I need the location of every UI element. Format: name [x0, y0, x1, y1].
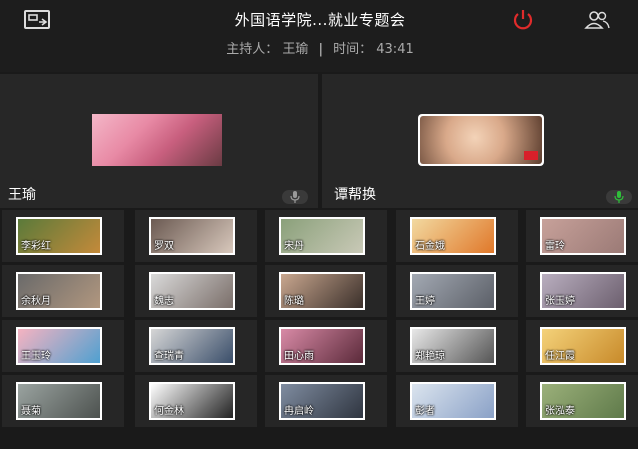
- participant-name: 王玉玲: [21, 351, 51, 362]
- header-bar: 外国语学院...就业专题会 主持人： 王瑜 | 时间： 43:41: [0, 0, 638, 72]
- participant-thumbnail: 王玉玲: [16, 327, 102, 365]
- participant-tile[interactable]: 王玉玲: [2, 320, 124, 372]
- participant-tile[interactable]: 冉启岭: [265, 375, 387, 427]
- participant-thumbnail: 查瑞青: [149, 327, 235, 365]
- participant-name: 李彩红: [21, 241, 51, 252]
- participant-tile[interactable]: 郑艳琼: [396, 320, 518, 372]
- participant-name: 罗双: [154, 241, 174, 252]
- participant-thumbnail: 陈璐: [279, 272, 365, 310]
- participant-thumbnail: 王婷: [410, 272, 496, 310]
- participant-tile[interactable]: 任江霞: [526, 320, 638, 372]
- participant-name: 任江霞: [545, 351, 575, 362]
- participant-name: 王婷: [415, 296, 435, 307]
- video-panel-speaker[interactable]: 谭帮换: [322, 74, 638, 208]
- participant-tile[interactable]: 张玉婷: [526, 265, 638, 317]
- video-panel-host[interactable]: 王瑜: [0, 74, 318, 208]
- host-label: 主持人：: [226, 42, 279, 57]
- time-value: 43:41: [376, 42, 414, 57]
- mic-icon[interactable]: [606, 190, 632, 204]
- participant-thumbnail: 张玉婷: [540, 272, 626, 310]
- mic-icon[interactable]: [282, 190, 308, 204]
- participant-thumbnail: 宋丹: [279, 217, 365, 255]
- participant-name: 何金林: [154, 406, 184, 417]
- participant-thumbnail: 魏志: [149, 272, 235, 310]
- participant-thumbnail: 冉启岭: [279, 382, 365, 420]
- speaker-video-thumbnail: [418, 114, 544, 166]
- participant-tile[interactable]: 雷玲: [526, 210, 638, 262]
- participant-tile[interactable]: 查瑞青: [135, 320, 257, 372]
- participant-tile[interactable]: 王婷: [396, 265, 518, 317]
- host-name: 王瑜: [282, 42, 309, 57]
- participant-name: 雷玲: [545, 241, 565, 252]
- participant-thumbnail: 任江霞: [540, 327, 626, 365]
- participant-name: 魏志: [154, 296, 174, 307]
- participant-tile[interactable]: 陈璐: [265, 265, 387, 317]
- flag-icon: [524, 151, 538, 160]
- participant-name: 聂菊: [21, 406, 41, 417]
- time-label: 时间：: [333, 42, 373, 57]
- participant-tile[interactable]: 李彩红: [2, 210, 124, 262]
- participant-tile[interactable]: 魏志: [135, 265, 257, 317]
- participant-thumbnail: 余秋月: [16, 272, 102, 310]
- host-video-thumbnail: [92, 114, 222, 166]
- participant-tile[interactable]: 彭者: [396, 375, 518, 427]
- participant-name: 张泓泰: [545, 406, 575, 417]
- participant-thumbnail: 田心雨: [279, 327, 365, 365]
- screen-share-icon[interactable]: [22, 8, 52, 32]
- participant-tile[interactable]: 张泓泰: [526, 375, 638, 427]
- power-icon[interactable]: [508, 8, 538, 32]
- participant-name: 余秋月: [21, 296, 51, 307]
- panel-name: 王瑜: [8, 187, 36, 203]
- participant-tile[interactable]: 聂菊: [2, 375, 124, 427]
- participant-thumbnail: 雷玲: [540, 217, 626, 255]
- participant-tile[interactable]: 宋丹: [265, 210, 387, 262]
- participant-thumbnail: 郑艳琼: [410, 327, 496, 365]
- meeting-info: 主持人： 王瑜 | 时间： 43:41: [150, 38, 490, 57]
- participant-tile[interactable]: 田心雨: [265, 320, 387, 372]
- participant-thumbnail: 石金娥: [410, 217, 496, 255]
- participant-name: 陈璐: [284, 296, 304, 307]
- participant-thumbnail: 李彩红: [16, 217, 102, 255]
- participant-name: 冉启岭: [284, 406, 314, 417]
- participant-name: 郑艳琼: [415, 351, 445, 362]
- participants-icon[interactable]: [582, 8, 612, 32]
- participant-name: 宋丹: [284, 241, 304, 252]
- participant-tile[interactable]: 石金娥: [396, 210, 518, 262]
- info-separator: |: [318, 42, 323, 57]
- participant-tile[interactable]: 余秋月: [2, 265, 124, 317]
- participant-thumbnail: 罗双: [149, 217, 235, 255]
- participant-thumbnail: 聂菊: [16, 382, 102, 420]
- participant-thumbnail: 彭者: [410, 382, 496, 420]
- participant-thumbnail: 张泓泰: [540, 382, 626, 420]
- panel-name: 谭帮换: [334, 187, 376, 203]
- participant-tile[interactable]: 何金林: [135, 375, 257, 427]
- participant-tile[interactable]: 罗双: [135, 210, 257, 262]
- participant-name: 石金娥: [415, 241, 445, 252]
- participant-thumbnail: 何金林: [149, 382, 235, 420]
- participant-name: 查瑞青: [154, 351, 184, 362]
- meeting-title: 外国语学院...就业专题会: [234, 11, 406, 29]
- participant-grid: 李彩红 罗双 宋丹 石金娥 雷玲余秋月 魏志 陈璐 王婷 张玉婷王玉玲 查瑞青 田心雨 郑艳琼 任江霞聂…: [0, 210, 638, 449]
- participant-name: 田心雨: [284, 351, 314, 362]
- participant-name: 张玉婷: [545, 296, 575, 307]
- main-video-panels: 王瑜 谭帮换: [0, 74, 638, 208]
- participant-name: 彭者: [415, 406, 435, 417]
